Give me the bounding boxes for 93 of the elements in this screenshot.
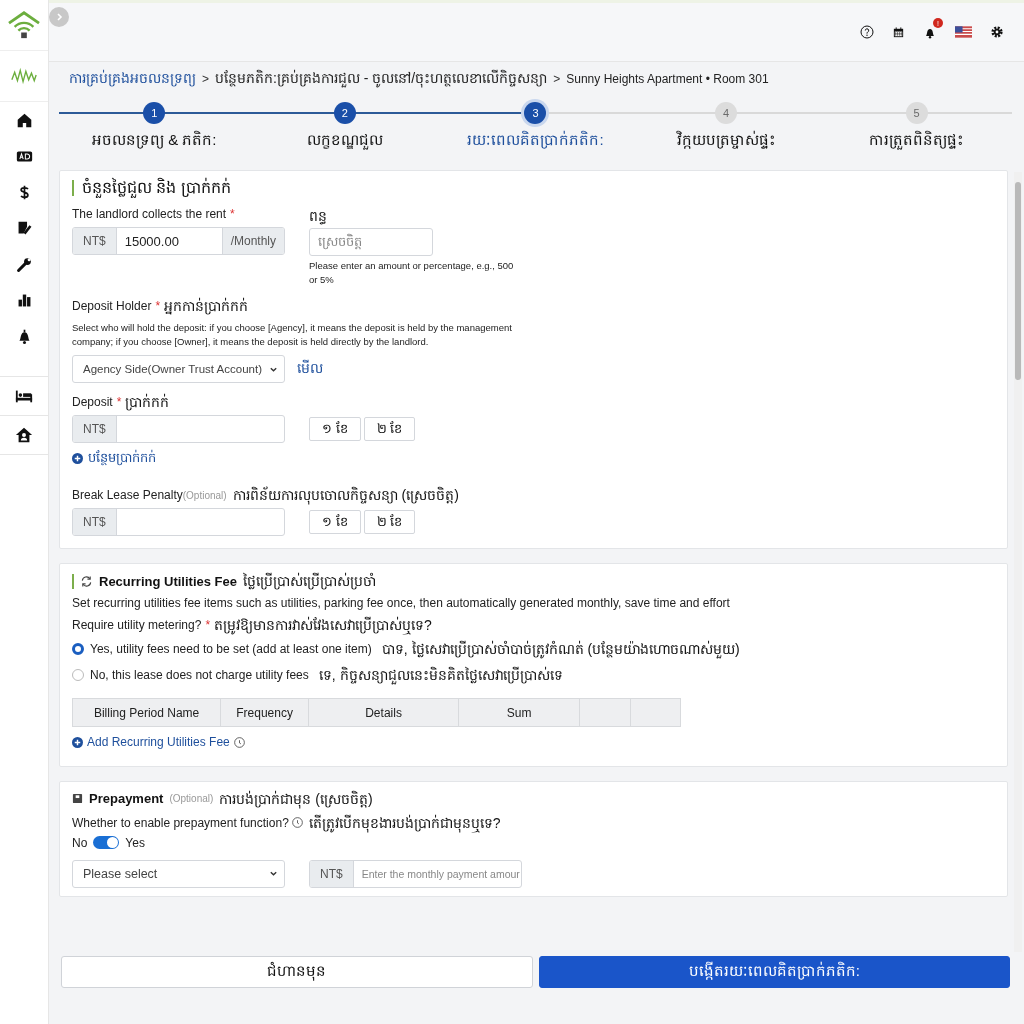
step-number: 4 (715, 102, 738, 124)
month-button[interactable]: ១ ខែ (309, 417, 361, 441)
select-value: Please select (83, 866, 158, 881)
currency-prefix: NT$ (73, 509, 117, 535)
add-utility-link[interactable]: Add Recurring Utilities Fee (72, 735, 245, 749)
required-mark: * (116, 395, 122, 409)
column-header: Sum (458, 698, 580, 727)
breadcrumb-item: Sunny Heights Apartment • Room 301 (566, 72, 769, 86)
toggle-switch[interactable] (93, 836, 120, 849)
add-icon (72, 453, 83, 464)
placeholder-text: ស្រេចចិត្ត (318, 232, 362, 252)
required-mark: * (205, 618, 211, 632)
placeholder-text: Enter the monthly payment amour (361, 867, 520, 880)
breadcrumb-link[interactable]: ការគ្រប់គ្រងអចលនទ្រព្យ (69, 68, 196, 90)
breadcrumb-separator: > (202, 72, 209, 86)
breadcrumb-item: បន្ថែមភតិក:គ្រប់គ្រងការជួល - ចូលនៅ/ចុះហត្ថលេខាលើកិច្ចសន្យា (215, 68, 548, 90)
month-button[interactable]: ១ ខែ (309, 510, 361, 534)
step-tab[interactable]: រយៈពេលគិតប្រាក់ភតិក: (467, 130, 604, 152)
toggle-label: No (72, 835, 88, 850)
column-header: Frequency (220, 698, 309, 727)
description-text: Select who will hold the deposit: if you choose [Agency], it means the deposit is held by the management company; if you choose [Owner], it means the deposit is held directly by the landlord. (72, 321, 512, 349)
currency-prefix: NT$ (310, 860, 354, 887)
optional-tag: (Optional) (169, 793, 214, 804)
step-tab[interactable]: ការត្រួតពិនិត្យផ្ទះ (869, 130, 965, 152)
description-text: Set recurring utilities fee items such as utilities, parking fee once, then automatically generated monthly, save time and effort (72, 596, 731, 610)
currency-prefix: NT$ (73, 228, 117, 254)
field-label: The landlord collects the rent (72, 207, 227, 221)
field-label: Deposit (72, 395, 113, 409)
brand-logo-icon (10, 66, 38, 86)
section-title: ថ្លៃប្រើប្រាស់ប្រើប្រាស់ប្រចាំ (243, 572, 376, 590)
question-label: Require utility metering? (72, 618, 202, 632)
field-label: ពន្ធ (309, 207, 328, 225)
submit-button[interactable]: បង្កើតរយៈពេលគិតប្រាក់ភតិក: (538, 956, 1010, 988)
add-deposit-link[interactable]: បន្ថែមប្រាក់កក់ (72, 449, 156, 468)
calendar-icon[interactable] (892, 25, 905, 39)
back-button[interactable]: ជំហានមុន (61, 956, 533, 988)
section-title: Recurring Utilities Fee (99, 573, 237, 589)
column-header: Billing Period Name (72, 698, 221, 727)
rent-field[interactable]: NT$ 15000.00 /Monthly (72, 227, 285, 255)
field-value: 15000.00 (124, 233, 179, 249)
step-number: 3 (524, 102, 547, 124)
radio-button[interactable] (72, 669, 84, 681)
amount-field[interactable]: NT$ (72, 508, 285, 536)
refresh-icon (80, 574, 93, 588)
chevron-right-icon (54, 12, 64, 22)
currency-prefix: NT$ (73, 416, 117, 442)
field-label: Break Lease Penalty (72, 488, 183, 502)
field-label: ប្រាក់កក់ (125, 393, 170, 411)
field-label: Deposit Holder (72, 299, 152, 313)
optional-tag: (Optional) (182, 489, 227, 501)
period-select[interactable]: Please select (72, 859, 285, 888)
required-mark: * (230, 207, 235, 221)
amount-field[interactable]: NT$ Enter the monthly payment amour (309, 859, 522, 888)
home-user-icon[interactable] (15, 426, 33, 444)
field-label: ការពិន័យការលុបចោលកិច្ចសន្យា (ស្រេចចិត្ត) (232, 486, 459, 504)
select-value: Agency Side(Owner Trust Account) (83, 363, 262, 375)
question-label: តម្រូវឱ្យមានការវាស់វែងសេវាប្រើប្រាស់ឬទេ? (214, 616, 432, 634)
field-label: អ្នកកាន់ប្រាក់កក់ (164, 297, 249, 315)
toggle-label: Yes (125, 835, 145, 850)
breadcrumb-separator: > (553, 72, 561, 86)
section-title: ចំនួនថ្លៃជួល និង ប្រាក់កក់ (82, 177, 231, 199)
add-icon (72, 736, 83, 748)
month-button[interactable]: ២ ខែ (363, 417, 416, 441)
step-tab[interactable]: លក្ខខណ្ឌជួល (306, 130, 383, 152)
step-tab[interactable]: វិក្កយបត្រម្ចាស់ផ្ទះ (676, 130, 776, 152)
holder-select[interactable]: Agency Side(Owner Trust Account) (72, 355, 285, 383)
radio-button[interactable] (72, 643, 84, 655)
option-label[interactable]: Yes, utility fees need to be set (add at least one item) (90, 642, 372, 656)
view-link[interactable]: មើល (297, 358, 323, 380)
step-number: 2 (333, 102, 356, 124)
logo-icon (7, 10, 41, 40)
option-label[interactable]: No, this lease does not charge utility fees (90, 668, 309, 682)
period-suffix: /Monthly (221, 228, 284, 254)
option-label[interactable]: បាទ, ថ្លៃសេវាប្រើប្រាស់ចាំបាច់ត្រូវកំណត់ (បន្ថែមយ៉ាងហោចណាស់មួយ) (381, 640, 740, 658)
option-label[interactable]: ទេ, កិច្ចសន្យាជួលនេះមិនគិតថ្លៃសេវាប្រើប្រាស់ទេ (318, 666, 563, 684)
section-title: Prepayment (89, 791, 164, 806)
section-title: ការបង់ប្រាក់ជាមុន (ស្រេចចិត្ត) (219, 789, 373, 808)
step-number: 5 (905, 102, 928, 124)
wrench-icon[interactable] (15, 255, 33, 273)
flag-icon[interactable] (955, 26, 972, 38)
question-label: Whether to enable prepayment function? (72, 815, 289, 830)
tax-field[interactable]: ស្រេចចិត្ត (309, 228, 433, 256)
caret-icon (269, 869, 278, 878)
column-header: Details (308, 698, 459, 727)
home-icon[interactable] (15, 111, 33, 129)
hint-text: Please enter an amount or percentage, e.g., 500 or 5% (309, 259, 515, 287)
settings-icon[interactable] (990, 25, 1004, 39)
amount-field[interactable]: NT$ (72, 415, 285, 443)
step-number: 1 (143, 102, 166, 124)
question-label: តើត្រូវបើកមុខងារបង់ប្រាក់ជាមុនឬទេ? (308, 813, 501, 832)
month-button[interactable]: ២ ខែ (363, 510, 416, 534)
required-mark: * (155, 299, 161, 313)
step-tab[interactable]: អចលនទ្រព្យ & ភតិក: (92, 130, 217, 152)
